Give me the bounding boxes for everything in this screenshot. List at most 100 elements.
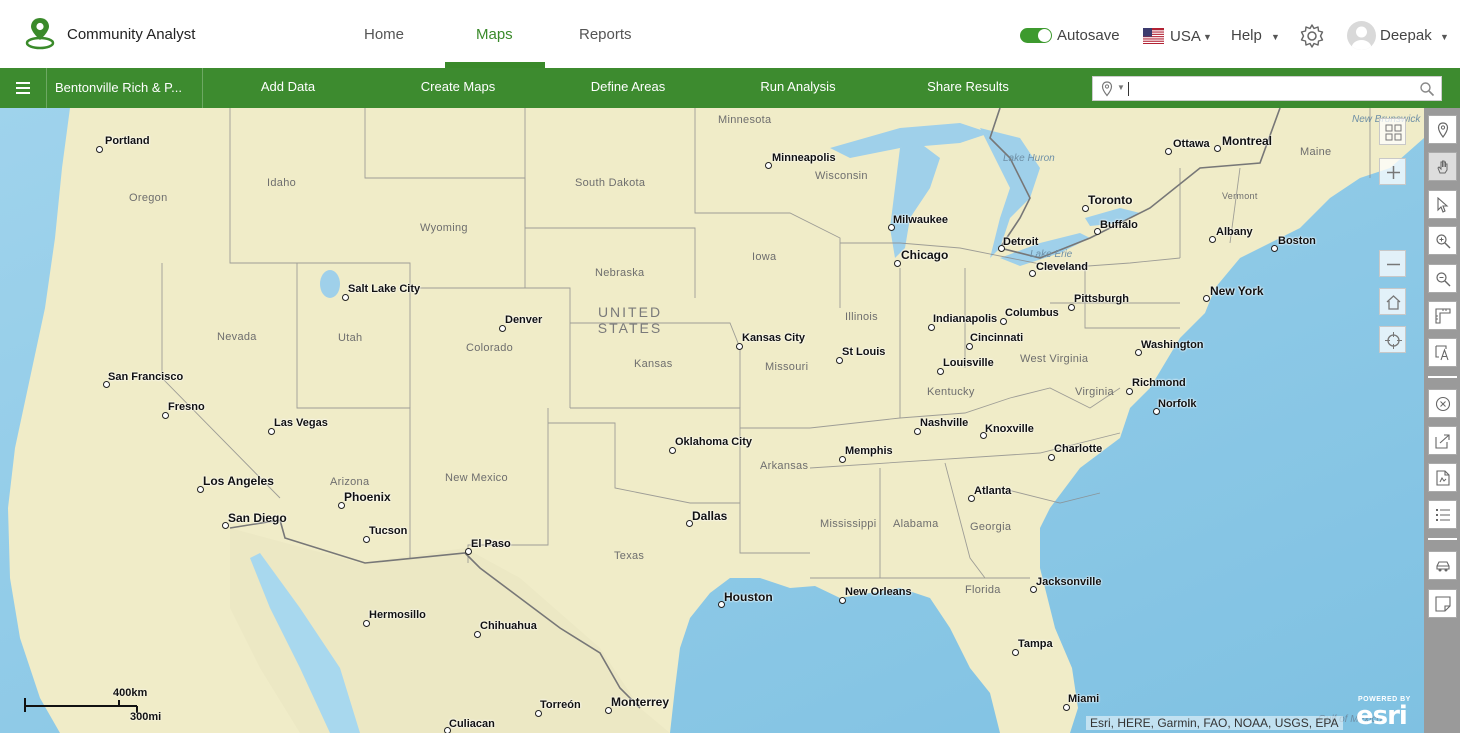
scale-km-label: 400km (113, 687, 148, 699)
share-results-button[interactable]: Share Results (918, 68, 1018, 108)
city-chihuahua[interactable]: Chihuahua (474, 620, 537, 638)
map-view[interactable]: Minnesota Wisconsin South Dakota Idaho O… (0, 108, 1424, 733)
country-selector[interactable]: USA (1170, 28, 1201, 45)
city-torreon[interactable]: Torreón (535, 699, 581, 717)
city-detroit[interactable]: Detroit (998, 236, 1038, 252)
city-jacksonville[interactable]: Jacksonville (1030, 576, 1101, 593)
city-el-paso[interactable]: El Paso (465, 538, 511, 555)
select-button[interactable] (1428, 190, 1457, 219)
city-memphis[interactable]: Memphis (839, 445, 893, 463)
us-flag-icon[interactable] (1143, 28, 1164, 44)
nav-maps[interactable]: Maps (476, 26, 513, 43)
city-atlanta[interactable]: Atlanta (968, 485, 1011, 502)
settings-gear-icon[interactable] (1299, 23, 1325, 49)
city-knoxville[interactable]: Knoxville (980, 423, 1034, 439)
zoom-in-button[interactable] (1379, 158, 1406, 185)
home-extent-button[interactable] (1379, 288, 1406, 315)
zoom-out-tool-button[interactable] (1428, 264, 1457, 293)
city-minneapolis[interactable]: Minneapolis (765, 152, 836, 169)
help-menu[interactable]: Help (1231, 27, 1262, 44)
zoom-out-button[interactable] (1379, 250, 1406, 277)
region-label: Virginia (1075, 386, 1114, 398)
city-pittsburgh[interactable]: Pittsburgh (1068, 293, 1129, 311)
define-areas-button[interactable]: Define Areas (578, 68, 678, 108)
avatar[interactable] (1347, 21, 1376, 50)
location-pin-icon[interactable] (1101, 81, 1113, 97)
city-columbus[interactable]: Columbus (1000, 307, 1059, 325)
location-search[interactable]: ▼ (1092, 76, 1442, 101)
city-albany[interactable]: Albany (1209, 226, 1253, 243)
city-denver[interactable]: Denver (499, 314, 542, 332)
city-cincinnati[interactable]: Cincinnati (966, 332, 1023, 350)
locate-button[interactable] (1379, 326, 1406, 353)
project-title[interactable]: Bentonville Rich & P... (48, 68, 203, 108)
city-milwaukee[interactable]: Milwaukee (888, 214, 948, 231)
drive-time-button[interactable] (1428, 551, 1457, 580)
city-cleveland[interactable]: Cleveland (1029, 261, 1088, 277)
city-norfolk[interactable]: Norfolk (1153, 398, 1197, 415)
add-pin-button[interactable] (1428, 115, 1457, 144)
city-boston[interactable]: Boston (1271, 235, 1316, 252)
city-indianapolis[interactable]: Indianapolis (928, 313, 997, 331)
pan-button[interactable] (1428, 152, 1457, 181)
city-tucson[interactable]: Tucson (363, 525, 407, 543)
city-tampa[interactable]: Tampa (1012, 638, 1053, 656)
country-caret-icon[interactable]: ▼ (1203, 32, 1212, 42)
city-washington[interactable]: Washington (1135, 339, 1204, 356)
measure-button[interactable] (1428, 301, 1457, 330)
annotate-button[interactable] (1428, 338, 1457, 367)
zoom-in-tool-button[interactable] (1428, 226, 1457, 255)
city-miami[interactable]: Miami (1063, 693, 1099, 711)
city-fresno[interactable]: Fresno (162, 401, 205, 419)
city-monterrey[interactable]: Monterrey (605, 695, 669, 714)
user-caret-icon[interactable]: ▼ (1440, 32, 1449, 42)
nav-reports[interactable]: Reports (579, 26, 632, 43)
search-icon[interactable] (1419, 81, 1435, 97)
city-toronto[interactable]: Toronto (1082, 193, 1132, 212)
city-houston[interactable]: Houston (718, 590, 773, 608)
share-button[interactable] (1428, 426, 1457, 455)
city-los-angeles[interactable]: Los Angeles (197, 474, 274, 493)
city-chicago[interactable]: Chicago (894, 248, 948, 267)
autosave-toggle[interactable] (1020, 28, 1052, 43)
city-san-francisco[interactable]: San Francisco (103, 371, 183, 388)
notes-button[interactable] (1428, 589, 1457, 618)
city-richmond[interactable]: Richmond (1126, 377, 1186, 395)
hamburger-menu-icon[interactable] (0, 68, 47, 108)
community-analyst-logo-icon[interactable] (24, 16, 56, 50)
export-pdf-button[interactable] (1428, 463, 1457, 492)
city-new-orleans[interactable]: New Orleans (839, 586, 912, 604)
city-culiacan[interactable]: Culiacan (444, 718, 495, 733)
city-louisville[interactable]: Louisville (937, 357, 994, 375)
clear-button[interactable] (1428, 389, 1457, 418)
city-salt-lake-city[interactable]: Salt Lake City (342, 283, 420, 301)
share-icon (1435, 434, 1450, 449)
help-caret-icon[interactable]: ▼ (1271, 32, 1280, 42)
city-nashville[interactable]: Nashville (914, 417, 968, 435)
run-analysis-button[interactable]: Run Analysis (748, 68, 848, 108)
city-san-diego[interactable]: San Diego (222, 511, 287, 529)
search-input[interactable] (1127, 80, 1417, 98)
basemap-gallery-button[interactable] (1379, 118, 1406, 145)
user-menu[interactable]: Deepak (1380, 27, 1432, 44)
city-charlotte[interactable]: Charlotte (1048, 443, 1102, 461)
app-title[interactable]: Community Analyst (67, 26, 195, 43)
search-type-caret-icon[interactable]: ▼ (1117, 83, 1125, 92)
city-st-louis[interactable]: St Louis (836, 346, 885, 364)
city-phoenix[interactable]: Phoenix (338, 490, 391, 509)
legend-button[interactable] (1428, 500, 1457, 529)
city-portland[interactable]: Portland (96, 135, 150, 153)
city-oklahoma-city[interactable]: Oklahoma City (669, 436, 752, 454)
city-buffalo[interactable]: Buffalo (1094, 219, 1138, 235)
city-kansas-city[interactable]: Kansas City (736, 332, 805, 350)
city-hermosillo[interactable]: Hermosillo (363, 609, 426, 627)
add-data-button[interactable]: Add Data (238, 68, 338, 108)
city-las-vegas[interactable]: Las Vegas (268, 417, 328, 435)
city-dallas[interactable]: Dallas (686, 509, 727, 527)
city-ottawa[interactable]: Ottawa (1165, 138, 1210, 155)
city-montreal[interactable]: Montreal (1214, 134, 1272, 152)
city-new-york[interactable]: New York (1203, 284, 1264, 302)
create-maps-button[interactable]: Create Maps (408, 68, 508, 108)
nav-home[interactable]: Home (364, 26, 404, 43)
esri-logo[interactable]: esri (1356, 701, 1408, 731)
